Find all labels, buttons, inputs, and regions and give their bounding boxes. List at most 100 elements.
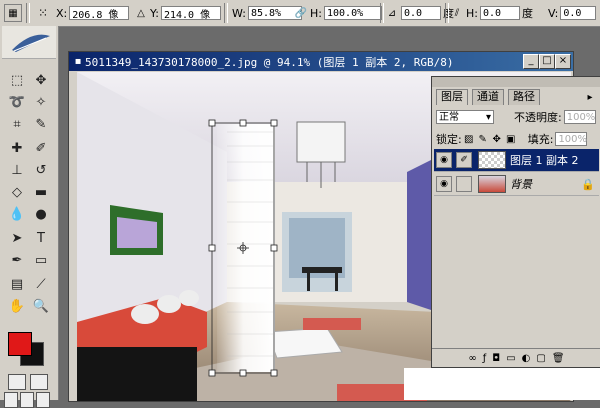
magic-wand-icon[interactable]: ✧: [30, 92, 52, 112]
layer-thumbnail: [478, 175, 506, 193]
lock-position-icon[interactable]: ✥: [490, 132, 504, 146]
type-tool-icon[interactable]: T: [30, 228, 52, 248]
add-mask-icon[interactable]: ◘: [492, 353, 500, 364]
link-layers-icon[interactable]: ∞: [468, 353, 476, 364]
width-label: W:: [232, 6, 246, 20]
options-bar: ▦ ⁙ X: △ Y: W: 🔗 H: ⊿ 度 ⫽ H: 度 V:: [0, 0, 600, 27]
toolbar-separator: [26, 3, 30, 23]
opacity-field[interactable]: 100%: [563, 110, 596, 124]
path-selection-icon[interactable]: ➤: [6, 228, 28, 248]
healing-brush-icon[interactable]: ✚: [6, 138, 28, 158]
delta-icon: △: [137, 7, 145, 19]
notes-tool-icon[interactable]: ▤: [6, 274, 28, 294]
maximize-button[interactable]: □: [539, 54, 555, 69]
layer-row[interactable]: ◉ ✐ 图层 1 副本 2: [434, 149, 599, 172]
hskew-label: H:: [466, 6, 478, 20]
foreground-color-swatch[interactable]: [8, 332, 32, 356]
fill-field[interactable]: 100%: [555, 132, 588, 146]
toolbar-separator: [380, 3, 384, 23]
gradient-tool-icon[interactable]: ▬: [30, 182, 52, 202]
panel-menu-icon[interactable]: ▸: [583, 90, 597, 104]
close-button[interactable]: ×: [555, 54, 571, 69]
hand-tool-icon[interactable]: ✋: [6, 296, 28, 316]
vskew-label: V:: [548, 6, 559, 20]
tab-layers[interactable]: 图层: [436, 89, 468, 105]
screen-mode-standard-button[interactable]: [4, 392, 18, 408]
toolbar-separator: [224, 3, 228, 23]
brush-tool-icon[interactable]: ✐: [30, 138, 52, 158]
skew-icon: ⫽: [454, 7, 460, 19]
y-position-field[interactable]: [160, 6, 221, 20]
horizontal-skew-field[interactable]: [479, 6, 520, 20]
transform-reference-icon[interactable]: ▦: [4, 0, 22, 26]
blend-mode-select[interactable]: 正常 ▾: [436, 110, 494, 124]
pen-tool-icon[interactable]: ✒: [6, 250, 28, 270]
layers-panel: 图层 通道 路径 ▸ 正常 ▾ 不透明度: 100% 锁定: ▨ ✎ ✥ ▣ 填充…: [431, 76, 600, 368]
panel-grip[interactable]: [432, 77, 600, 87]
slice-tool-icon[interactable]: ✎: [30, 114, 52, 134]
dodge-tool-icon[interactable]: ●: [30, 204, 52, 224]
lasso-tool-icon[interactable]: ➰: [6, 92, 28, 112]
layer-name: 图层 1 副本 2: [510, 154, 579, 167]
chevron-down-icon: ▾: [485, 112, 491, 123]
history-brush-icon[interactable]: ↺: [30, 160, 52, 180]
photoshop-doc-icon: ▪: [74, 55, 82, 67]
hskew-unit: 度: [521, 7, 533, 20]
link-icon[interactable]: 🔗: [294, 6, 308, 20]
toolbar-separator: [445, 3, 449, 23]
opacity-label: 不透明度:: [514, 111, 562, 124]
toolbox-logo: [2, 26, 56, 59]
minimize-button[interactable]: _: [523, 54, 539, 69]
blur-tool-icon[interactable]: 💧: [6, 204, 28, 224]
shape-tool-icon[interactable]: ▭: [30, 250, 52, 270]
layers-panel-footer: ∞ ƒ ◘ ▭ ◐ ▢ 🗑: [432, 348, 600, 367]
height-label: H:: [310, 6, 322, 20]
height-scale-field[interactable]: [323, 6, 382, 20]
lock-icon: 🔒: [581, 177, 595, 191]
layer-row[interactable]: ◉ 背景 🔒: [434, 173, 599, 196]
layer-thumbnail: [478, 151, 506, 169]
layer-name: 背景: [510, 178, 532, 191]
lock-all-icon[interactable]: ▣: [504, 132, 518, 146]
layers-panel-tabs: 图层 通道 路径 ▸: [432, 77, 600, 105]
zoom-tool-icon[interactable]: 🔍: [30, 296, 52, 316]
move-tool-icon[interactable]: ✥: [30, 70, 52, 90]
lock-paint-icon[interactable]: ✎: [476, 132, 490, 146]
reference-point-icon[interactable]: ⁙: [34, 4, 52, 22]
eye-icon[interactable]: ◉: [436, 152, 452, 168]
clone-stamp-icon[interactable]: ⊥: [6, 160, 28, 180]
toolbox: ⬚ ✥ ➰ ✧ ⌗ ✎ ✚ ✐ ⊥ ↺ ◇ ▬ 💧 ● ➤ T ✒ ▭ ▤ ⟋ …: [0, 26, 59, 408]
feather-icon: [12, 34, 50, 52]
marquee-tool-icon[interactable]: ⬚: [6, 70, 28, 90]
rotate-icon: ⊿: [387, 7, 397, 19]
x-position-field[interactable]: [69, 6, 130, 20]
screen-mode-full-button[interactable]: [36, 392, 50, 408]
rotation-field[interactable]: [401, 6, 441, 20]
lock-label: 锁定:: [436, 133, 462, 146]
lock-transparent-icon[interactable]: ▨: [462, 132, 476, 146]
new-group-icon[interactable]: ▭: [506, 353, 515, 364]
trash-icon[interactable]: 🗑: [552, 353, 565, 364]
brush-link-icon[interactable]: ✐: [456, 152, 472, 168]
vertical-skew-field[interactable]: [560, 6, 597, 20]
adjustment-layer-icon[interactable]: ◐: [522, 353, 531, 364]
new-layer-icon[interactable]: ▢: [536, 353, 545, 364]
quick-mask-button[interactable]: [30, 374, 48, 390]
layer-style-icon[interactable]: ƒ: [483, 353, 487, 364]
tab-channels[interactable]: 通道: [472, 89, 504, 105]
fill-label: 填充:: [527, 133, 554, 146]
x-label: X:: [56, 6, 68, 20]
crop-tool-icon[interactable]: ⌗: [6, 114, 28, 134]
y-label: Y:: [150, 6, 159, 20]
eraser-tool-icon[interactable]: ◇: [6, 182, 28, 202]
blend-mode-value: 正常: [439, 112, 459, 123]
document-title: 5011349_143730178000_2.jpg @ 94.1% (图层 1…: [85, 56, 454, 69]
document-title-bar[interactable]: ▪ 5011349_143730178000_2.jpg @ 94.1% (图层…: [69, 52, 573, 71]
eyedropper-icon[interactable]: ⟋: [30, 274, 52, 294]
blank-area: [404, 368, 600, 400]
standard-mode-button[interactable]: [8, 374, 26, 390]
tab-paths[interactable]: 路径: [508, 89, 540, 105]
empty-link-icon[interactable]: [456, 176, 472, 192]
eye-icon[interactable]: ◉: [436, 176, 452, 192]
screen-mode-full-menu-button[interactable]: [20, 392, 34, 408]
